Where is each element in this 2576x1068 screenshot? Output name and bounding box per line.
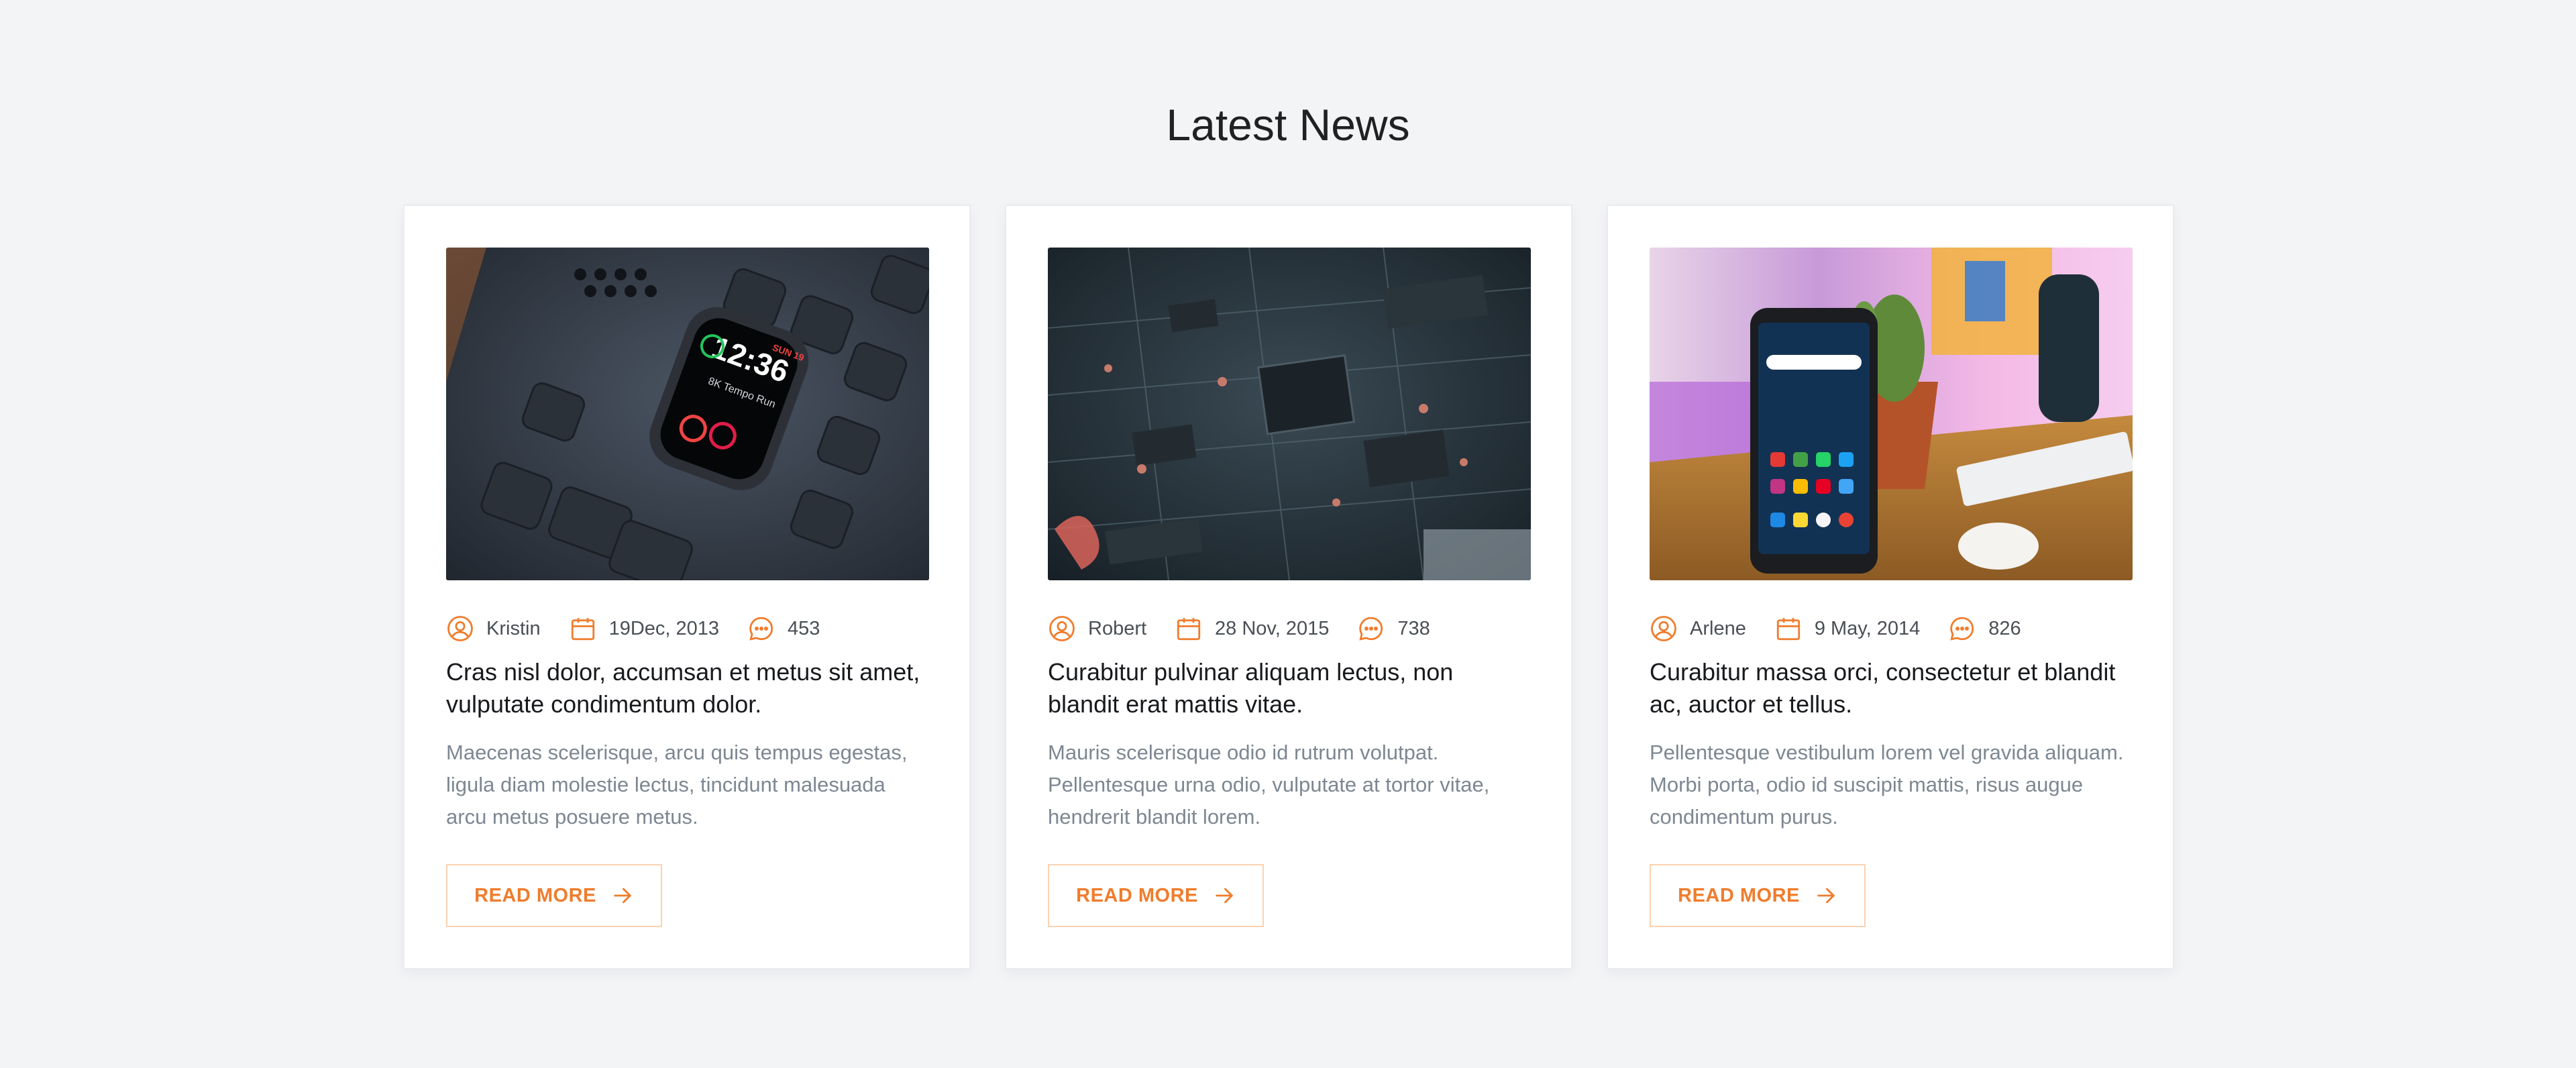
date-meta: 19Dec, 2013 xyxy=(569,615,719,643)
date-meta: 28 Nov, 2015 xyxy=(1175,615,1329,643)
smartphone-photo[interactable] xyxy=(1650,248,2133,580)
read-more-button[interactable]: READ MORE xyxy=(1048,864,1264,927)
post-date: 19Dec, 2013 xyxy=(608,617,720,639)
post-excerpt: Pellentesque vestibulum lorem vel gravid… xyxy=(1650,741,2124,829)
read-more-label: READ MORE xyxy=(1076,884,1198,906)
comment-count: 826 xyxy=(1988,617,2021,639)
post-title[interactable]: Curabitur massa orci, consectetur et bla… xyxy=(1650,656,2131,720)
circuit-board-photo[interactable] xyxy=(1048,248,1531,580)
comment-icon xyxy=(749,617,773,641)
calendar-icon xyxy=(1177,618,1201,641)
post-title[interactable]: Cras nisl dolor, accumsan et metus sit a… xyxy=(446,656,928,720)
post-excerpt: Mauris scelerisque odio id rutrum volutp… xyxy=(1048,741,1490,829)
post-meta: Kristin 19Dec, 2013 453 xyxy=(446,613,928,644)
section-title: Latest News xyxy=(1166,100,1410,150)
user-icon xyxy=(1651,616,1676,641)
post-meta: Robert 28 Nov, 2015 738 xyxy=(1048,613,1529,644)
author-name: Kristin xyxy=(486,617,541,639)
author-meta[interactable]: Kristin xyxy=(446,615,541,643)
calendar-icon xyxy=(1776,618,1800,641)
user-icon xyxy=(1049,616,1075,641)
read-more-label: READ MORE xyxy=(1678,884,1800,906)
user-icon xyxy=(447,616,473,641)
date-meta: 9 May, 2014 xyxy=(1774,615,1920,643)
news-card-list: 12:36 SUN 19 8K Tempo Run Kristin 19Dec,… xyxy=(403,205,2174,969)
author-name: Robert xyxy=(1088,617,1147,639)
post-date: 28 Nov, 2015 xyxy=(1215,617,1330,639)
smartwatch-photo[interactable]: 12:36 SUN 19 8K Tempo Run xyxy=(446,248,929,580)
read-more-label: READ MORE xyxy=(474,884,596,906)
comments-meta[interactable]: 738 xyxy=(1357,615,1430,643)
post-meta: Arlene 9 May, 2014 826 xyxy=(1650,613,2131,644)
post-date: 9 May, 2014 xyxy=(1814,617,1921,639)
comments-meta[interactable]: 453 xyxy=(747,615,820,643)
arrow-right-icon xyxy=(1216,888,1233,904)
news-card: Arlene 9 May, 2014 826 Curabitur massa o… xyxy=(1607,205,2174,969)
comment-count: 453 xyxy=(788,617,820,639)
comment-count: 738 xyxy=(1397,617,1430,639)
comment-icon xyxy=(1359,617,1383,641)
read-more-button[interactable]: READ MORE xyxy=(1650,864,1866,927)
news-card: 12:36 SUN 19 8K Tempo Run Kristin 19Dec,… xyxy=(403,205,971,969)
author-meta[interactable]: Arlene xyxy=(1650,615,1746,643)
calendar-icon xyxy=(571,618,594,641)
author-name: Arlene xyxy=(1690,617,1746,639)
read-more-button[interactable]: READ MORE xyxy=(446,864,662,927)
arrow-right-icon xyxy=(614,888,631,904)
comment-icon xyxy=(1950,617,1974,641)
arrow-right-icon xyxy=(1817,888,1835,904)
comments-meta[interactable]: 826 xyxy=(1948,615,2021,643)
news-card: Robert 28 Nov, 2015 738 Curabitur pulvin… xyxy=(1005,205,1572,969)
author-meta[interactable]: Robert xyxy=(1048,615,1146,643)
post-excerpt: Maecenas scelerisque, arcu quis tempus e… xyxy=(446,741,908,829)
post-title[interactable]: Curabitur pulvinar aliquam lectus, non b… xyxy=(1048,656,1529,720)
